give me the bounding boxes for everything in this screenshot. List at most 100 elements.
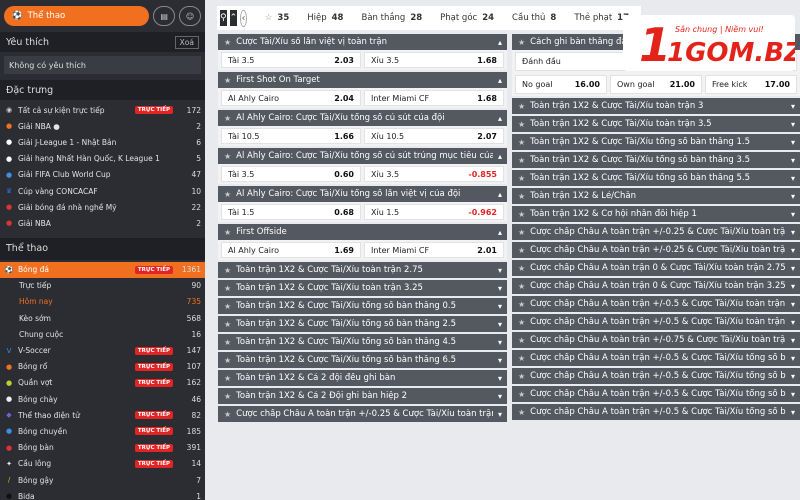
star-icon[interactable]: ★ — [224, 190, 231, 199]
tab-market-filter[interactable]: Cầu thủ 8 — [503, 13, 565, 23]
chevron-down-icon[interactable]: ▾ — [791, 372, 795, 381]
star-icon[interactable]: ★ — [224, 114, 231, 123]
tab-sports[interactable]: ⚽ Thể thao — [4, 6, 150, 26]
chevron-down-icon[interactable]: ▾ — [791, 264, 795, 273]
odds-cell[interactable]: Al Ahly Cairo 2.04 — [221, 90, 361, 106]
chevron-down-icon[interactable]: ▾ — [498, 302, 502, 311]
market-header[interactable]: ★ Toàn trận 1X2 & Cược Tài/Xỉu tổng số bà… — [512, 152, 800, 168]
star-icon[interactable]: ★ — [518, 210, 525, 219]
market-header[interactable]: ★ Cược chấp Châu Á toàn trận +/-0.5 & Cượ… — [512, 368, 800, 384]
market-header[interactable]: ★ Toàn trận 1X2 & Cược Tài/Xỉu toàn trận … — [512, 98, 800, 114]
chevron-down-icon[interactable]: ▾ — [791, 192, 795, 201]
chevron-down-icon[interactable]: ▾ — [791, 318, 795, 327]
star-icon[interactable]: ★ — [518, 120, 525, 129]
star-icon[interactable]: ★ — [518, 174, 525, 183]
star-icon[interactable]: ★ — [518, 300, 525, 309]
chevron-down-icon[interactable]: ▾ — [791, 282, 795, 291]
market-header[interactable]: ★ Toàn trận 1X2 & Cược Tài/Xỉu tổng số bà… — [218, 316, 507, 332]
chevron-up-icon[interactable]: ▴ — [498, 228, 502, 237]
sidebar-item[interactable]: ◆ Thể thao điện tử TRỰC TIẾP 82 — [0, 407, 205, 423]
sidebar-item[interactable]: ● Bóng rổ TRỰC TIẾP 107 — [0, 359, 205, 375]
star-icon[interactable]: ★ — [224, 38, 231, 47]
sidebar-item[interactable]: Chung cuộc 16 — [0, 326, 205, 342]
star-icon[interactable]: ★ — [224, 302, 231, 311]
market-header[interactable]: ★ Cược chấp Châu Á toàn trận +/-0.25 & Cư… — [512, 224, 800, 240]
chevron-down-icon[interactable]: ▾ — [791, 102, 795, 111]
market-header[interactable]: ★ Al Ahly Cairo: Cược Tài/Xỉu tổng số lần… — [218, 186, 507, 202]
chevron-down-icon[interactable]: ▾ — [791, 390, 795, 399]
tab-market-filter[interactable]: Hiệp 48 — [298, 13, 352, 23]
star-icon[interactable]: ★ — [224, 228, 231, 237]
chevron-up-icon[interactable]: ▴ — [498, 152, 502, 161]
sidebar-item[interactable]: ● Giải FIFA Club World Cup 47 — [0, 167, 205, 183]
chevron-down-icon[interactable]: ▾ — [791, 120, 795, 129]
odds-cell[interactable]: Tài 1.5 0.68 — [221, 204, 361, 220]
sidebar-item[interactable]: ♛ Cúp vàng CONCACAF 10 — [0, 183, 205, 199]
star-icon[interactable]: ★ — [518, 336, 525, 345]
odds-cell[interactable]: Xỉu 10.5 2.07 — [364, 128, 504, 144]
tab-market-filter[interactable]: Bàn thắng 28 — [352, 13, 431, 23]
market-header[interactable]: ★ Cược Tài/Xỉu số lần việt vị toàn trận ▴ — [218, 34, 507, 50]
market-header[interactable]: ★ Al Ahly Cairo: Cược Tài/Xỉu tổng số cú … — [218, 148, 507, 164]
chevron-up-icon[interactable]: ▴ — [498, 76, 502, 85]
search-button[interactable]: ⚲ — [220, 10, 227, 26]
odds-cell[interactable]: Own goal 21.00 — [610, 75, 702, 94]
market-header[interactable]: ★ Cược chấp Châu Á toàn trận 0 & Cược Tài… — [512, 260, 800, 276]
chevron-down-icon[interactable]: ▾ — [791, 246, 795, 255]
market-header[interactable]: ★ Toàn trận 1X2 & Cược Tài/Xỉu toàn trận … — [512, 116, 800, 132]
chevron-down-icon[interactable]: ▾ — [791, 336, 795, 345]
sidebar-item[interactable]: ● Giải hạng Nhất Hàn Quốc, K League 1 5 — [0, 151, 205, 167]
star-icon[interactable]: ★ — [518, 354, 525, 363]
chevron-down-icon[interactable]: ▾ — [791, 408, 795, 417]
scroll-left-button[interactable]: ‹ — [240, 9, 247, 27]
market-header[interactable]: ★ Toàn trận 1X2 & Cả 2 đội đều ghi bàn ▾ — [218, 370, 507, 386]
star-icon[interactable]: ★ — [518, 264, 525, 273]
chevron-down-icon[interactable]: ▾ — [498, 410, 502, 419]
market-header[interactable]: ★ Cược chấp Châu Á toàn trận +/-0.5 & Cượ… — [512, 404, 800, 420]
market-header[interactable]: ★ Cược chấp Châu Á toàn trận +/-0.75 & Cư… — [512, 332, 800, 348]
odds-cell[interactable]: Free kick 17.00 — [705, 75, 797, 94]
star-icon[interactable]: ★ — [518, 228, 525, 237]
star-icon[interactable]: ★ — [224, 76, 231, 85]
sidebar-item[interactable]: ◉ Tất cả sự kiện trực tiếp TRỰC TIẾP 172 — [0, 102, 205, 118]
chevron-down-icon[interactable]: ▾ — [791, 156, 795, 165]
sidebar-item[interactable]: V V-Soccer TRỰC TIẾP 147 — [0, 342, 205, 358]
star-icon[interactable]: ★ — [518, 408, 525, 417]
star-icon[interactable]: ★ — [224, 284, 231, 293]
sidebar-item[interactable]: ✦ Cầu lông TRỰC TIẾP 14 — [0, 456, 205, 472]
market-header[interactable]: ★ Toàn trận 1X2 & Cược Tài/Xỉu tổng số bà… — [218, 352, 507, 368]
chevron-down-icon[interactable]: ▾ — [791, 300, 795, 309]
odds-cell[interactable]: Xỉu 3.5 1.68 — [364, 52, 504, 68]
star-icon[interactable]: ★ — [224, 410, 231, 419]
star-icon[interactable]: ★ — [224, 266, 231, 275]
odds-cell[interactable]: Tài 3.5 0.60 — [221, 166, 361, 182]
market-header[interactable]: ★ Toàn trận 1X2 & Cả 2 Đội ghi bàn hiệp 2… — [218, 388, 507, 404]
odds-cell[interactable]: Xỉu 1.5 -0.962 — [364, 204, 504, 220]
sidebar-item[interactable]: Kèo sớm 568 — [0, 310, 205, 326]
odds-cell[interactable]: Al Ahly Cairo 1.69 — [221, 242, 361, 258]
market-header[interactable]: ★ First Shot On Target ▴ — [218, 72, 507, 88]
star-icon[interactable]: ★ — [518, 102, 525, 111]
star-icon[interactable]: ★ — [224, 356, 231, 365]
odds-cell[interactable]: Xỉu 3.5 -0.855 — [364, 166, 504, 182]
sidebar-item[interactable]: / Bóng gậy 7 — [0, 472, 205, 488]
collapse-all-button[interactable]: ⌃ — [229, 10, 238, 26]
market-header[interactable]: ★ Toàn trận 1X2 & Cược Tài/Xỉu tổng số bà… — [218, 298, 507, 314]
odds-cell[interactable]: No goal 16.00 — [515, 75, 607, 94]
star-icon[interactable]: ★ — [518, 318, 525, 327]
sidebar-item[interactable]: Hôm nay 735 — [0, 294, 205, 310]
sidebar-item[interactable]: Trực tiếp 90 — [0, 278, 205, 294]
chevron-down-icon[interactable]: ▾ — [498, 266, 502, 275]
sidebar-item[interactable]: ● Bóng chày 46 — [0, 391, 205, 407]
market-header[interactable]: ★ Toàn trận 1X2 & Cơ hội nhân đôi hiệp 1 ▾ — [512, 206, 800, 222]
chevron-up-icon[interactable]: ▴ — [498, 38, 502, 47]
sidebar-item[interactable]: ● Bida 1 — [0, 488, 205, 500]
market-header[interactable]: ★ Cược chấp Châu Á toàn trận +/-0.5 & Cượ… — [512, 296, 800, 312]
odds-cell[interactable]: Tài 10.5 1.66 — [221, 128, 361, 144]
market-header[interactable]: ★ Cược chấp Châu Á toàn trận +/-0.5 & Cượ… — [512, 314, 800, 330]
chevron-down-icon[interactable]: ▾ — [498, 284, 502, 293]
star-icon[interactable]: ★ — [224, 320, 231, 329]
tab-market-filter[interactable]: Phạt góc 24 — [431, 13, 503, 23]
star-icon[interactable]: ★ — [518, 38, 525, 47]
chevron-up-icon[interactable]: ▴ — [498, 114, 502, 123]
